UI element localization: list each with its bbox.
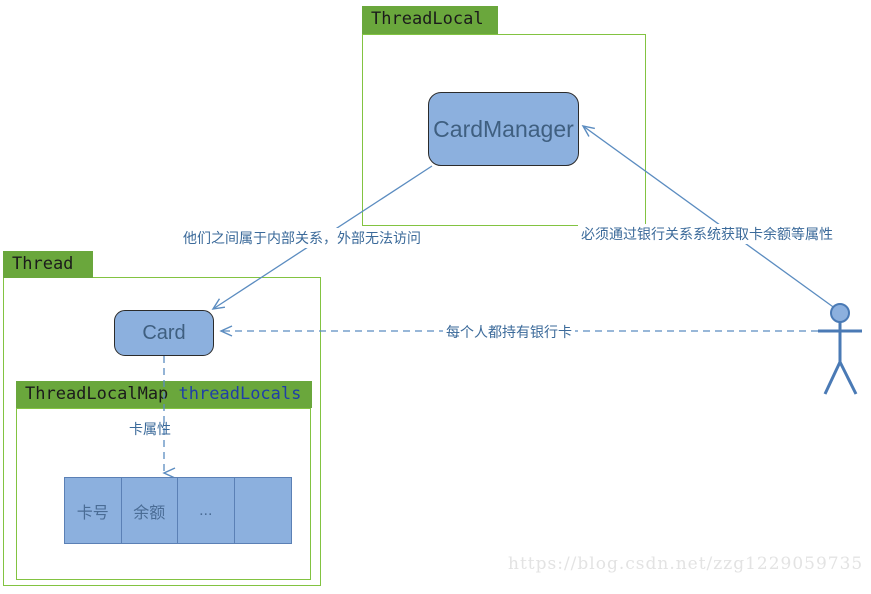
actor-stick-figure (818, 303, 862, 395)
table-cell-text: 卡号 (76, 504, 109, 522)
node-cardmanager-label: CardManager (433, 115, 574, 142)
table-cell: 卡号 (65, 478, 122, 543)
diagram-canvas: ThreadLocal Thread ThreadLocalMap thread… (0, 0, 871, 594)
table-cell (235, 478, 292, 543)
watermark: https://blog.csdn.net/zzg1229059735 (508, 554, 864, 574)
package-thread-tab: Thread (3, 251, 93, 278)
label-inner-relation: 他们之间属于内部关系，外部无法访问 (180, 228, 424, 248)
table-cell: ... (178, 478, 235, 543)
table-cell-text: ... (199, 501, 213, 519)
table-cell: 余额 (122, 478, 178, 543)
node-card[interactable]: Card (114, 310, 214, 356)
package-threadlocal-tab: ThreadLocal (362, 6, 498, 34)
package-threadlocal-label: ThreadLocal (371, 9, 484, 29)
attribute-table: 卡号 余额 ... (64, 477, 292, 544)
package-threadlocalmap-label: ThreadLocalMap (25, 384, 169, 404)
package-threadlocalmap-tab: ThreadLocalMap threadLocals (16, 381, 312, 408)
node-cardmanager[interactable]: CardManager (428, 92, 579, 166)
label-card-attributes: 卡属性 (129, 421, 171, 437)
package-threadlocalmap-field: threadLocals (178, 384, 302, 404)
node-card-label: Card (142, 321, 186, 344)
label-holds-card: 每个人都持有银行卡 (443, 322, 575, 342)
package-thread-label: Thread (12, 254, 74, 274)
label-bank-system: 必须通过银行关系系统获取卡余额等属性 (578, 224, 836, 244)
table-cell-text: 余额 (133, 504, 166, 522)
